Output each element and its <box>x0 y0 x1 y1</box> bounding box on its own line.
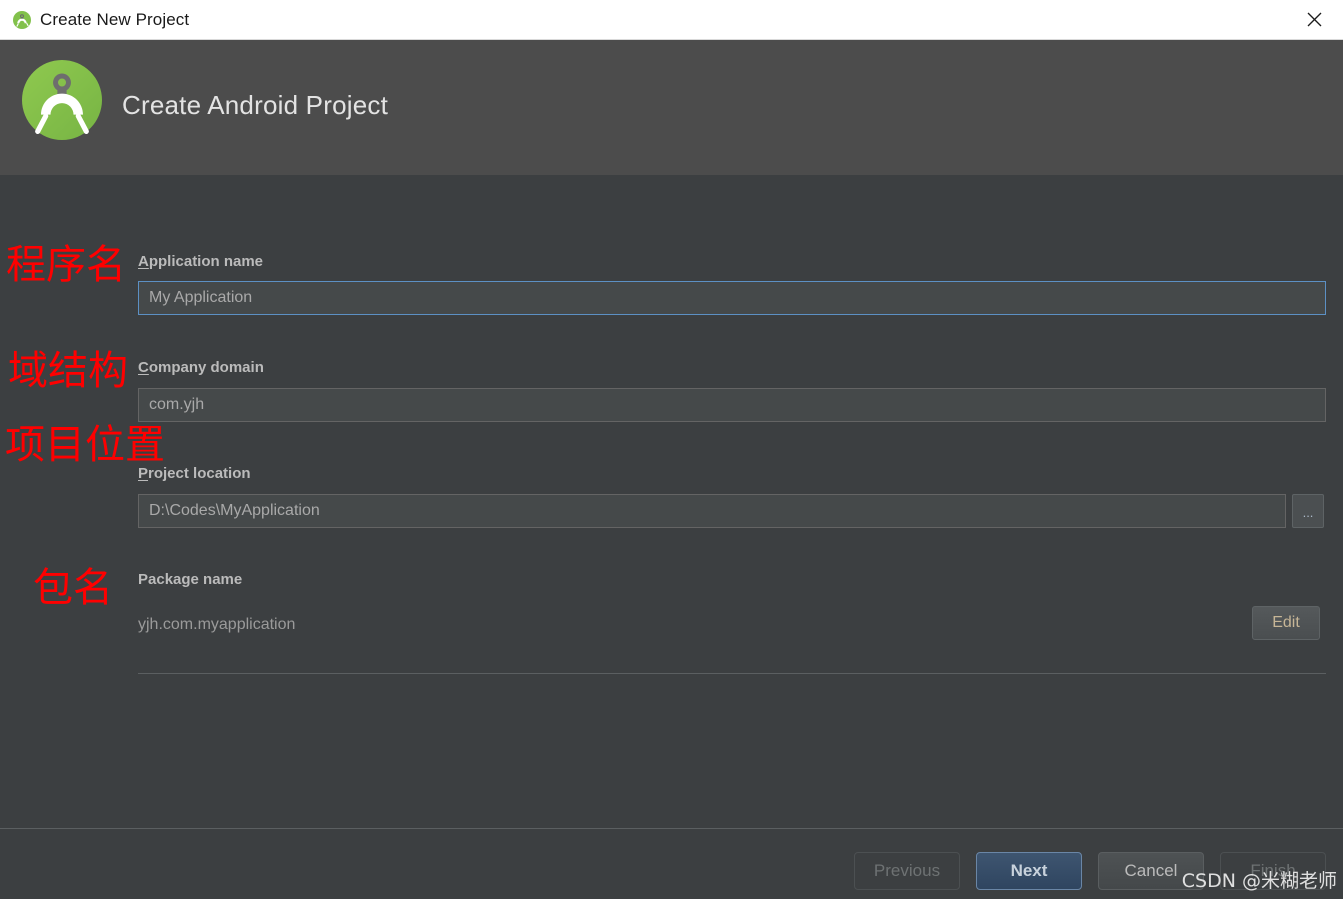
close-icon[interactable] <box>1291 0 1337 39</box>
application-name-label-rest: pplication name <box>148 253 264 270</box>
company-domain-label-rest: ompany domain <box>148 359 264 376</box>
application-name-mnemonic: A <box>138 253 149 270</box>
annotation-application-name: 程序名 <box>6 242 126 288</box>
browse-folder-button[interactable]: ... <box>1292 494 1324 528</box>
android-studio-logo <box>18 56 106 144</box>
annotation-project-location: 项目位置 <box>5 422 165 468</box>
window-title: Create New Project <box>40 10 190 29</box>
form-divider <box>138 673 1326 674</box>
next-button[interactable]: Next <box>976 852 1082 890</box>
application-name-input[interactable]: My Application <box>138 281 1326 315</box>
previous-button[interactable]: Previous <box>854 852 960 890</box>
edit-package-name-button[interactable]: Edit <box>1252 606 1320 640</box>
company-domain-label: Company domain <box>138 359 264 376</box>
button-bar-separator <box>0 828 1343 829</box>
project-form: Application name My Application Company … <box>0 175 1343 828</box>
company-domain-mnemonic: C <box>138 359 149 376</box>
project-location-input[interactable]: D:\Codes\MyApplication <box>138 494 1286 528</box>
window-titlebar: Create New Project <box>0 0 1343 40</box>
package-name-label: Package name <box>138 571 243 588</box>
dialog-header-banner: Create Android Project <box>0 40 1343 175</box>
android-studio-icon <box>12 10 32 30</box>
package-name-value: yjh.com.myapplication <box>138 616 296 633</box>
annotation-package-name: 包名 <box>33 565 113 611</box>
create-new-project-dialog: Create Android Project Application name … <box>0 40 1343 899</box>
dialog-heading: Create Android Project <box>122 90 388 120</box>
application-name-label: Application name <box>138 253 263 270</box>
annotation-company-domain: 域结构 <box>8 348 128 394</box>
company-domain-input[interactable]: com.yjh <box>138 388 1326 422</box>
csdn-watermark: CSDN @米糊老师 <box>1181 870 1337 892</box>
